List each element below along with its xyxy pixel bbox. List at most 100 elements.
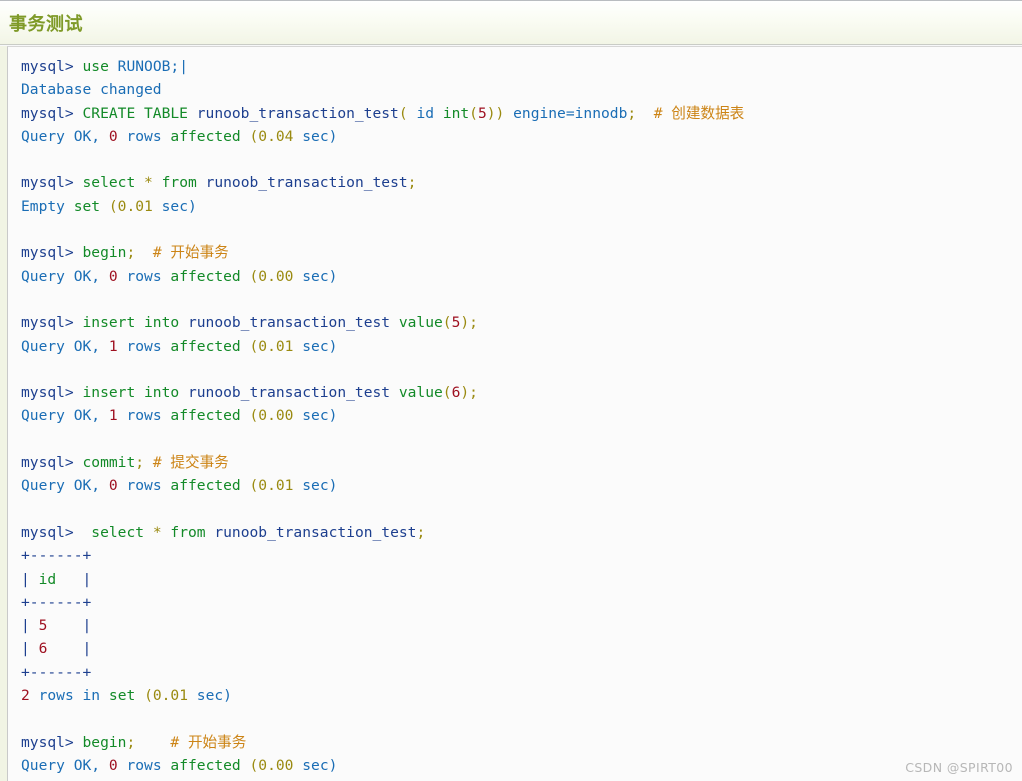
token-plain: sec) [302,337,338,355]
terminal-code-block[interactable]: mysql> use RUNOOB;| Database changed mys… [7,46,1022,781]
terminal-line: mysql> select * from runoob_transaction_… [21,524,425,541]
token-punct: ( [442,384,452,402]
token-num: 0 [108,267,118,285]
token-num: 0 [108,756,118,774]
terminal-line: | 5 | [21,617,91,634]
token-prompt: mysql> [21,58,74,75]
csdn-watermark: CSDN @SPIRT00 [905,760,1013,775]
terminal-output: mysql> use RUNOOB;| Database changed mys… [8,47,1022,777]
terminal-line: mysql> begin; # 开始事务 [21,734,246,751]
token-kw: set [73,197,101,215]
terminal-line: mysql> commit; # 提交事务 [21,454,229,471]
token-kw: from [161,174,197,192]
token-prompt: mysql> [21,174,74,192]
token-tbl: +------+ [21,547,92,565]
token-punct: (0.01 [144,687,188,705]
token-plain: rows [126,337,162,355]
token-tbl: runoob_transaction_test [187,314,391,332]
token-num: 0 [108,127,118,145]
token-ident: id [416,104,435,122]
token-tbl: +------+ [21,663,92,681]
token-kw: select [82,174,136,192]
token-kw: set [108,687,136,705]
token-plain: Query OK, [21,756,101,774]
token-prompt: mysql> [21,314,74,332]
token-plain: rows [126,267,162,285]
token-kw: id [38,570,57,588]
token-plain: Query OK, [21,337,101,355]
token-kw: CREATE TABLE [82,104,188,122]
token-kw: commit [82,454,136,472]
token-ident: RUNOOB; [117,58,180,75]
token-kw: affected [170,756,241,774]
token-plain: rows [126,756,162,774]
token-num: 5 [477,104,487,122]
token-kw: int [442,104,470,122]
token-prompt: mysql> [21,454,74,472]
terminal-line: Query OK, 0 rows affected (0.00 sec) [21,757,337,774]
token-plain: Query OK, [21,477,101,495]
token-punct: ; [627,104,637,122]
terminal-line: Database changed [21,81,162,98]
token-punct: (0.01 [249,477,294,495]
token-kw: affected [170,407,241,425]
token-kw: value [398,314,443,332]
token-prompt: mysql> [21,384,74,402]
token-num: 1 [108,407,118,425]
token-punct: ); [460,384,478,402]
token-plain: sec) [196,687,232,705]
terminal-line: Query OK, 0 rows affected (0.00 sec) [21,268,337,285]
token-punct: (0.00 [249,267,294,285]
token-plain: rows [126,407,162,425]
terminal-line: mysql> begin; # 开始事务 [21,244,229,261]
token-plain: Query OK, [21,407,101,425]
terminal-line: mysql> insert into runoob_transaction_te… [21,314,478,331]
token-num: 0 [108,477,118,495]
token-plain: sec) [302,477,338,495]
terminal-line: mysql> use RUNOOB;| [21,58,188,75]
token-plain: sec) [161,197,197,215]
terminal-line: Query OK, 1 rows affected (0.00 sec) [21,407,337,424]
token-tbl: runoob_transaction_test [205,174,408,192]
terminal-line: Query OK, 0 rows affected (0.04 sec) [21,128,337,145]
section-header: 事务测试 [0,0,1022,45]
token-plain: Query OK, [21,267,101,285]
token-prompt: mysql> [21,244,74,262]
token-plain: sec) [302,267,338,285]
token-punct: (0.04 [249,127,294,145]
token-num: 1 [108,337,118,355]
terminal-line: +------+ [21,547,91,564]
terminal-line: mysql> CREATE TABLE runoob_transaction_t… [21,105,744,122]
token-plain: rows [126,127,162,145]
token-comment: # 开始事务 [135,244,229,262]
